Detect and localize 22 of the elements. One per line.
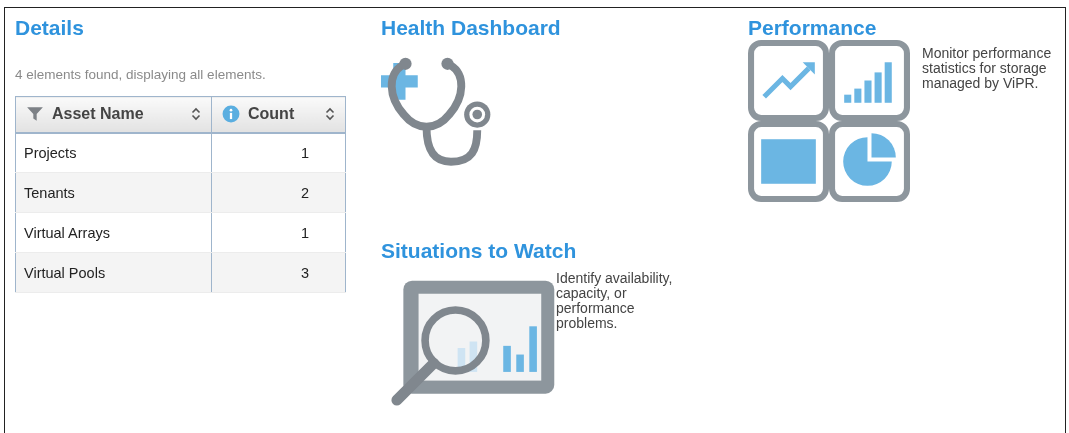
filter-icon	[26, 105, 44, 124]
table-cell: 2	[300, 184, 309, 201]
section-title-link[interactable]: Performance	[748, 16, 877, 40]
table-cell: Virtual Pools	[24, 264, 106, 281]
section-description: Monitor performance statistics for storage managed by ViPR.	[922, 46, 1053, 92]
table-cell: Virtual Arrays	[24, 224, 110, 241]
column-header[interactable]: Asset Name	[15, 96, 212, 133]
table-cell: 1	[300, 224, 309, 241]
table-cell: 3	[300, 264, 309, 281]
sort-icon	[191, 107, 201, 122]
performance-charts-icon[interactable]	[748, 40, 910, 202]
info-icon	[222, 105, 240, 124]
section-title-link[interactable]: Situations to Watch	[381, 239, 577, 263]
section-description: Identify availability, capacity, or performance problems.	[556, 271, 674, 332]
section-title-link[interactable]: Health Dashboard	[381, 16, 561, 40]
column-header[interactable]: Count	[211, 96, 346, 133]
section-title-link[interactable]: Details	[15, 16, 84, 40]
result-summary: 4 elements found, displaying all elements.	[15, 67, 266, 82]
table-cell: Projects	[24, 144, 77, 161]
table-cell: Tenants	[24, 184, 75, 201]
sort-icon	[325, 107, 335, 122]
table-cell: 1	[300, 144, 309, 161]
